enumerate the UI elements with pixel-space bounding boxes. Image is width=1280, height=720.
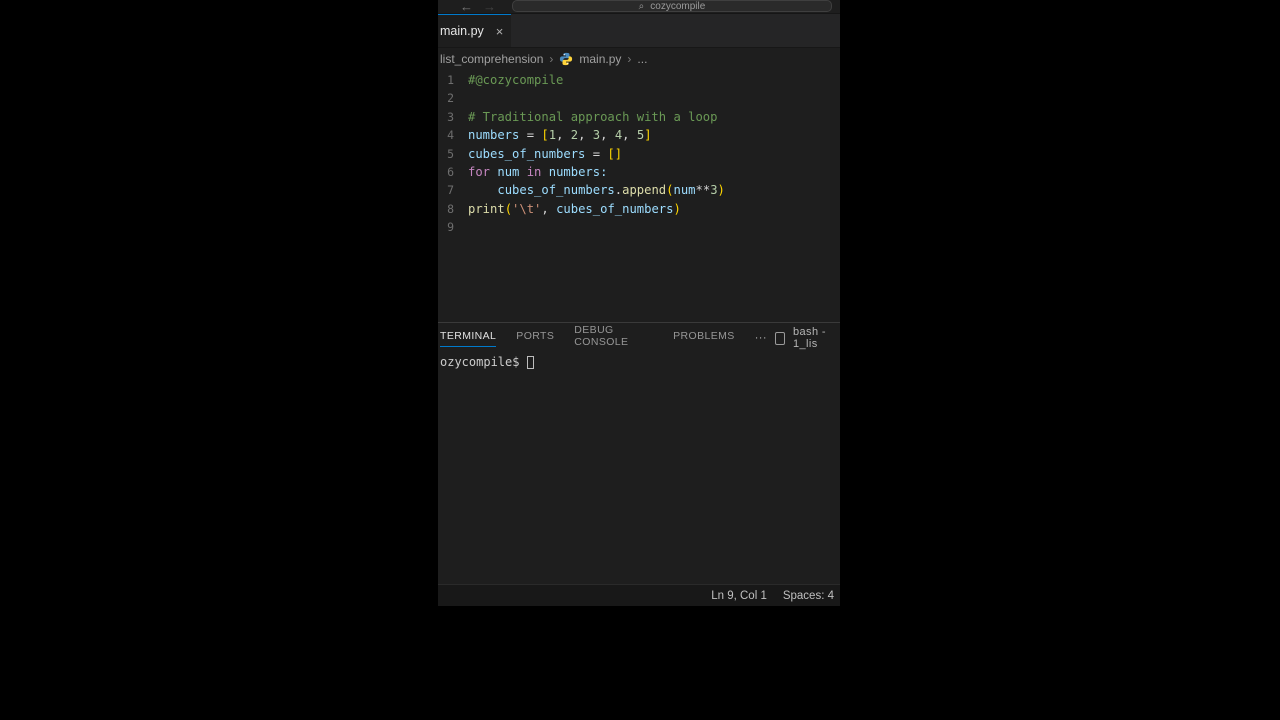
status-cursor[interactable]: Ln 9, Col 1 bbox=[711, 590, 767, 602]
back-icon[interactable]: ← bbox=[460, 0, 473, 13]
shell-label[interactable]: bash - 1_lis bbox=[793, 326, 838, 350]
crumb-folder[interactable]: list_comprehension bbox=[440, 52, 543, 66]
search-placeholder: cozycompile bbox=[650, 1, 705, 12]
tab-main-py[interactable]: main.py × bbox=[438, 14, 511, 47]
line-number: 6 bbox=[438, 163, 468, 181]
line-number: 2 bbox=[438, 89, 468, 107]
crumb-tail[interactable]: ... bbox=[637, 52, 647, 66]
close-icon[interactable]: × bbox=[496, 24, 504, 39]
tab-terminal[interactable]: TERMINAL bbox=[440, 330, 496, 347]
tab-problems[interactable]: PROBLEMS bbox=[673, 330, 735, 346]
terminal[interactable]: ozycompile$ bbox=[438, 353, 840, 584]
line-number: 8 bbox=[438, 200, 468, 218]
terminal-cursor bbox=[527, 356, 534, 369]
bottom-panel: TERMINAL PORTS DEBUG CONSOLE PROBLEMS ··… bbox=[438, 322, 840, 584]
tab-label: main.py bbox=[440, 24, 484, 38]
crumb-file[interactable]: main.py bbox=[579, 52, 621, 66]
vscode-window: ← → ⌕ cozycompile main.py × list_compreh… bbox=[438, 0, 840, 606]
title-bar: ← → ⌕ cozycompile bbox=[438, 0, 840, 14]
chevron-right-icon: › bbox=[549, 52, 553, 66]
code-editor[interactable]: 1#@cozycompile 2 3# Traditional approach… bbox=[438, 70, 840, 322]
line-number: 5 bbox=[438, 145, 468, 163]
python-icon bbox=[559, 52, 573, 66]
terminal-prompt: ozycompile$ bbox=[440, 355, 527, 369]
line-number: 1 bbox=[438, 71, 468, 89]
line-number: 4 bbox=[438, 126, 468, 144]
nav-arrows: ← → bbox=[460, 0, 496, 13]
status-bar: Ln 9, Col 1 Spaces: 4 bbox=[438, 584, 840, 606]
chevron-right-icon: › bbox=[627, 52, 631, 66]
line-number: 3 bbox=[438, 108, 468, 126]
tab-ports[interactable]: PORTS bbox=[516, 330, 554, 346]
command-center[interactable]: ⌕ cozycompile bbox=[512, 0, 832, 12]
tab-bar: main.py × bbox=[438, 14, 840, 48]
status-spaces[interactable]: Spaces: 4 bbox=[783, 590, 834, 602]
tab-debug-console[interactable]: DEBUG CONSOLE bbox=[574, 324, 653, 352]
more-icon[interactable]: ··· bbox=[755, 332, 767, 344]
shell-icon bbox=[775, 332, 785, 345]
breadcrumbs[interactable]: list_comprehension › main.py › ... bbox=[438, 48, 840, 70]
line-number: 9 bbox=[438, 218, 468, 236]
panel-tabs: TERMINAL PORTS DEBUG CONSOLE PROBLEMS ··… bbox=[438, 323, 840, 353]
search-icon: ⌕ bbox=[639, 1, 645, 12]
line-number: 7 bbox=[438, 181, 468, 199]
forward-icon[interactable]: → bbox=[483, 0, 496, 13]
